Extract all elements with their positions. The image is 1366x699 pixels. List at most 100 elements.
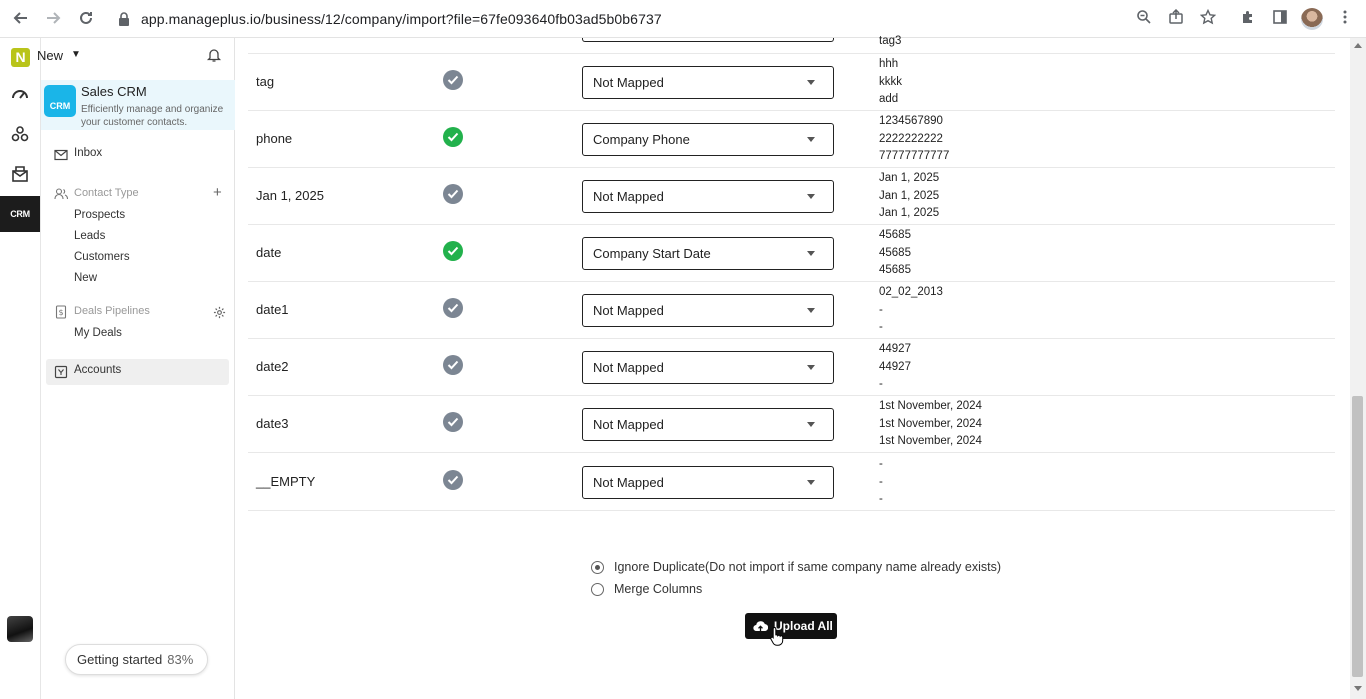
getting-started-pill[interactable]: Getting started 83% (65, 644, 208, 675)
extensions-icon[interactable] (1238, 9, 1258, 29)
column-name: date2 (256, 359, 289, 374)
unmapped-check-icon (443, 470, 463, 490)
profile-avatar[interactable] (1301, 8, 1323, 30)
forward-icon[interactable] (43, 9, 63, 29)
scrollbar-thumb[interactable] (1352, 396, 1363, 677)
getting-started-label: Getting started (77, 652, 163, 667)
crm-app-card[interactable]: CRM Sales CRM Efficiently manage and org… (41, 80, 235, 130)
crm-description: Efficiently manage and organize your cus… (81, 104, 224, 128)
mapping-row: Jan 1, 2025 Not Mapped Jan 1, 2025 Jan 1, 2… (248, 168, 1335, 225)
sidebar-item-accounts[interactable]: Accounts (74, 364, 121, 376)
sample-values: 02_02_2013 - - (879, 284, 943, 337)
sidebar: New ▼ CRM Sales CRM Efficiently manage a… (37, 38, 235, 699)
field-mapping-value: Company Start Date (593, 246, 711, 261)
merge-columns-label[interactable]: Merge Columns (614, 582, 702, 596)
field-mapping-select[interactable]: Not Mapped (582, 294, 834, 327)
sidebar-item-my-deals[interactable]: My Deals (74, 327, 122, 339)
mapping-row: date3 Not Mapped 1st November, 2024 1st Nov… (248, 396, 1335, 453)
sidebar-item-prospects[interactable]: Prospects (74, 209, 125, 221)
sample-value-clipped: tag3 (879, 35, 902, 47)
mapping-row: date Company Start Date 45685 45685 45685 (248, 225, 1335, 282)
column-name: date3 (256, 416, 289, 431)
integrations-icon[interactable] (0, 116, 40, 152)
column-name: __EMPTY (256, 474, 316, 489)
dropdown-caret-icon (807, 308, 815, 313)
accounts-icon (54, 365, 68, 379)
back-icon[interactable] (11, 9, 31, 29)
sample-values: - - - (879, 456, 883, 509)
add-contact-type-icon[interactable]: + (213, 184, 222, 201)
zoom-icon[interactable] (1134, 9, 1154, 29)
ignore-duplicate-label[interactable]: Ignore Duplicate(Do not import if same c… (614, 560, 1001, 574)
reload-icon[interactable] (76, 9, 96, 29)
svg-text:$: $ (58, 308, 63, 317)
unmapped-check-icon (443, 355, 463, 375)
upload-all-button[interactable]: Upload All (745, 613, 837, 639)
email-campaign-icon[interactable] (0, 156, 40, 192)
field-mapping-select[interactable]: Not Mapped (582, 351, 834, 384)
sample-value: 02_02_2013 (879, 286, 943, 298)
side-panel-icon[interactable] (1270, 9, 1290, 29)
crm-title: Sales CRM (81, 84, 147, 99)
field-mapping-value: Not Mapped (593, 360, 664, 375)
dropdown-caret-icon (807, 422, 815, 427)
column-name: Jan 1, 2025 (256, 188, 324, 203)
field-mapping-value: Not Mapped (593, 475, 664, 490)
unmapped-check-icon (443, 298, 463, 318)
inbox-mail-icon (54, 149, 68, 161)
sample-value: - (879, 493, 883, 505)
sample-value: - (879, 303, 883, 316)
sample-value: 1st November, 2024 (879, 435, 982, 447)
sidebar-item-leads[interactable]: Leads (74, 230, 105, 242)
sample-value: Jan 1, 2025 (879, 172, 940, 184)
dropdown-caret-icon (807, 80, 815, 85)
chevron-down-icon[interactable]: ▼ (71, 49, 81, 60)
sidebar-item-inbox[interactable]: Inbox (74, 147, 102, 159)
sample-values: Jan 1, 2025 Jan 1, 2025 Jan 1, 2025 (879, 170, 939, 223)
radio-merge-columns[interactable] (591, 583, 604, 596)
sample-value: 45685 (879, 229, 911, 241)
dashboard-speedometer-icon[interactable] (0, 76, 40, 112)
sample-value: 2222222222 (879, 132, 943, 145)
radio-ignore-duplicate[interactable] (591, 561, 604, 574)
sample-values: hhh kkkk add (879, 56, 902, 109)
column-name: date (256, 245, 282, 260)
scroll-down-arrow-icon[interactable] (1354, 686, 1362, 691)
field-mapping-select[interactable]: Company Start Date (582, 237, 834, 270)
sample-value: 1st November, 2024 (879, 400, 982, 412)
contacts-icon (54, 188, 68, 200)
share-icon[interactable] (1166, 8, 1186, 29)
field-mapping-value: Not Mapped (593, 189, 664, 204)
field-mapping-value: Not Mapped (593, 303, 664, 318)
scroll-up-arrow-icon[interactable] (1354, 43, 1362, 48)
menu-kebab-icon[interactable] (1335, 9, 1355, 29)
sample-value: Jan 1, 2025 (879, 207, 940, 219)
settings-gear-icon[interactable] (213, 306, 226, 319)
app-icon-rail: N CRM (0, 38, 41, 699)
mapping-row: __EMPTY Not Mapped - - - (248, 454, 1335, 511)
sample-value: 45685 (879, 246, 911, 259)
field-mapping-select[interactable]: Not Mapped (582, 180, 834, 213)
lock-icon[interactable] (117, 11, 131, 27)
user-avatar[interactable] (7, 616, 33, 642)
field-mapping-select-clipped[interactable] (582, 38, 834, 42)
field-mapping-select[interactable]: Company Phone (582, 123, 834, 156)
notification-bell-icon[interactable] (206, 47, 222, 63)
deals-pipeline-icon: $ (55, 305, 67, 319)
field-mapping-select[interactable]: Not Mapped (582, 408, 834, 441)
deals-pipelines-header: Deals Pipelines (74, 305, 150, 317)
address-bar[interactable]: app.manageplus.io/business/12/company/im… (141, 11, 662, 27)
sample-values: 1234567890 2222222222 77777777777 (879, 113, 949, 166)
sidebar-item-new[interactable]: New (74, 272, 97, 284)
field-mapping-value: Company Phone (593, 132, 690, 147)
crm-icon[interactable]: CRM (0, 196, 40, 232)
browser-toolbar: app.manageplus.io/business/12/company/im… (0, 0, 1366, 38)
field-mapping-select[interactable]: Not Mapped (582, 66, 834, 99)
app-logo[interactable]: N (11, 48, 30, 67)
bookmark-star-icon[interactable] (1198, 8, 1218, 29)
workspace-row: New ▼ (37, 38, 235, 74)
sidebar-item-customers[interactable]: Customers (74, 251, 130, 263)
mapping-row: date1 Not Mapped 02_02_2013 - - (248, 282, 1335, 339)
workspace-selector[interactable]: New (37, 48, 63, 63)
field-mapping-select[interactable]: Not Mapped (582, 466, 834, 499)
